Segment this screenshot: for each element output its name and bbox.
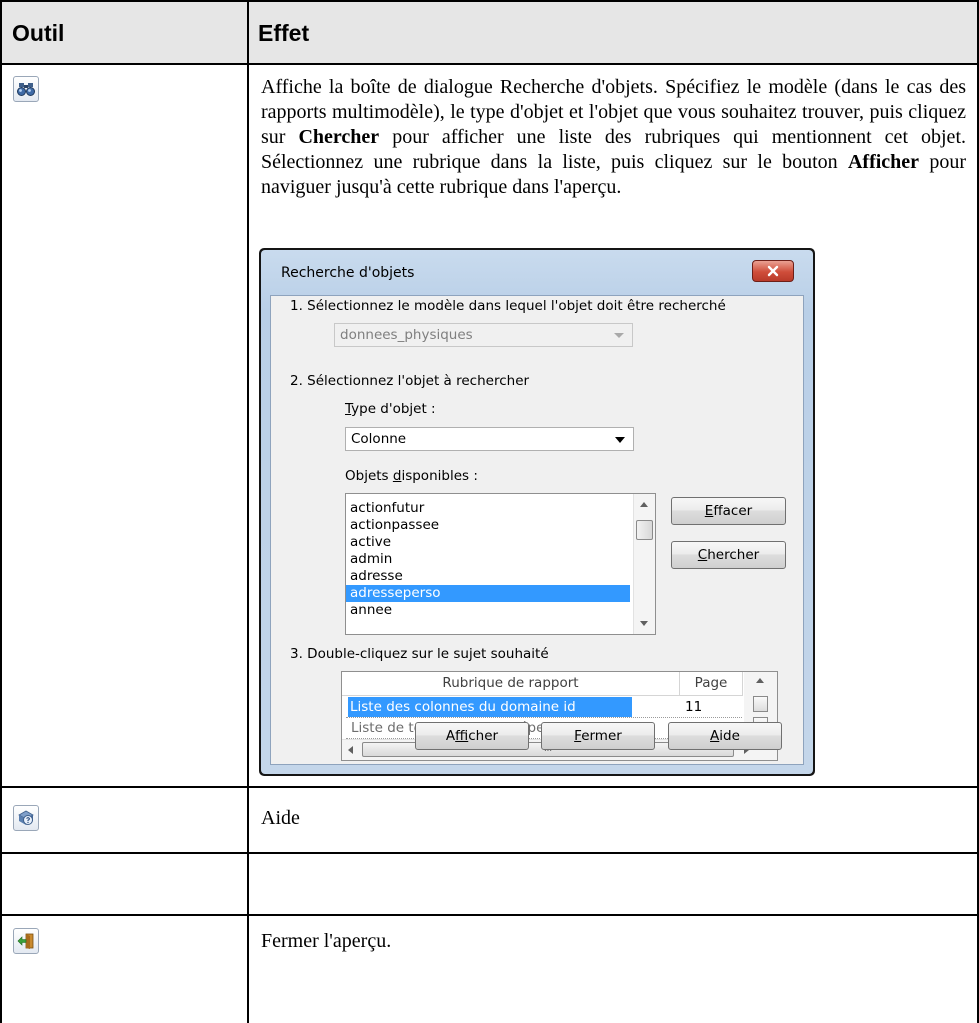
- chevron-down-icon: [614, 333, 624, 338]
- step2-label: 2. Sélectionnez l'objet à rechercher: [290, 373, 530, 389]
- available-objects-list[interactable]: actionfutur actionpassee active admin adress…: [345, 493, 656, 635]
- table-row[interactable]: Liste des colonnes du domaine id: [348, 697, 632, 717]
- list-item[interactable]: actionfutur: [346, 500, 630, 517]
- available-objects-label: Objets disponibles :: [345, 468, 478, 484]
- find-tool-button[interactable]: [13, 76, 39, 102]
- list-item[interactable]: annee: [346, 602, 630, 619]
- help-button[interactable]: Aide: [668, 722, 782, 750]
- help-tool-button[interactable]: [13, 805, 39, 831]
- scroll-thumb[interactable]: [636, 520, 653, 540]
- close-preview-description: Fermer l'aperçu.: [261, 930, 392, 952]
- find-tool-description: Affiche la boîte de dialogue Recherche d…: [261, 76, 966, 198]
- scroll-left-icon[interactable]: [348, 746, 353, 754]
- chevron-down-icon: [615, 437, 625, 443]
- close-button[interactable]: Fermer: [541, 722, 655, 750]
- object-type-label: Type d'objet :: [345, 401, 436, 417]
- scroll-top-button[interactable]: [753, 696, 768, 712]
- table-cell-page[interactable]: 11: [682, 697, 743, 717]
- list-item[interactable]: adresseperso: [346, 585, 630, 602]
- model-select[interactable]: donnees_physiques: [334, 323, 633, 347]
- help-tool-description: Aide: [261, 807, 300, 829]
- column-header-page[interactable]: Page: [680, 672, 743, 696]
- dialog-close-button[interactable]: [752, 260, 794, 282]
- step3-label: 3. Double-cliquez sur le sujet souhaité: [290, 646, 549, 662]
- list-item[interactable]: actionpassee: [346, 517, 630, 534]
- close-preview-tool-button[interactable]: [13, 928, 39, 954]
- object-type-select[interactable]: Colonne: [345, 427, 634, 451]
- table-header-row: [0, 0, 979, 64]
- list-scrollbar[interactable]: [633, 494, 655, 634]
- scroll-down-icon[interactable]: [640, 621, 648, 626]
- header-effect: Effet: [258, 20, 310, 46]
- show-button[interactable]: Afficher: [415, 722, 529, 750]
- search-button[interactable]: Chercher: [671, 541, 786, 569]
- dialog-title: Recherche d'objets: [281, 265, 415, 281]
- find-objects-dialog: Recherche d'objets 1. Sélectionnez le mo…: [259, 248, 815, 776]
- scroll-up-icon[interactable]: [640, 502, 648, 507]
- list-item[interactable]: adresse: [346, 568, 630, 585]
- step1-label: 1. Sélectionnez le modèle dans lequel l'…: [290, 298, 726, 314]
- dialog-client-area: 1. Sélectionnez le modèle dans lequel l'…: [270, 295, 804, 765]
- column-header-topic[interactable]: Rubrique de rapport: [342, 672, 680, 696]
- list-item[interactable]: active: [346, 534, 630, 551]
- clear-button[interactable]: Effacer: [671, 497, 786, 525]
- list-item[interactable]: admin: [346, 551, 630, 568]
- scroll-up-icon[interactable]: [756, 678, 764, 683]
- header-tool: Outil: [12, 20, 65, 46]
